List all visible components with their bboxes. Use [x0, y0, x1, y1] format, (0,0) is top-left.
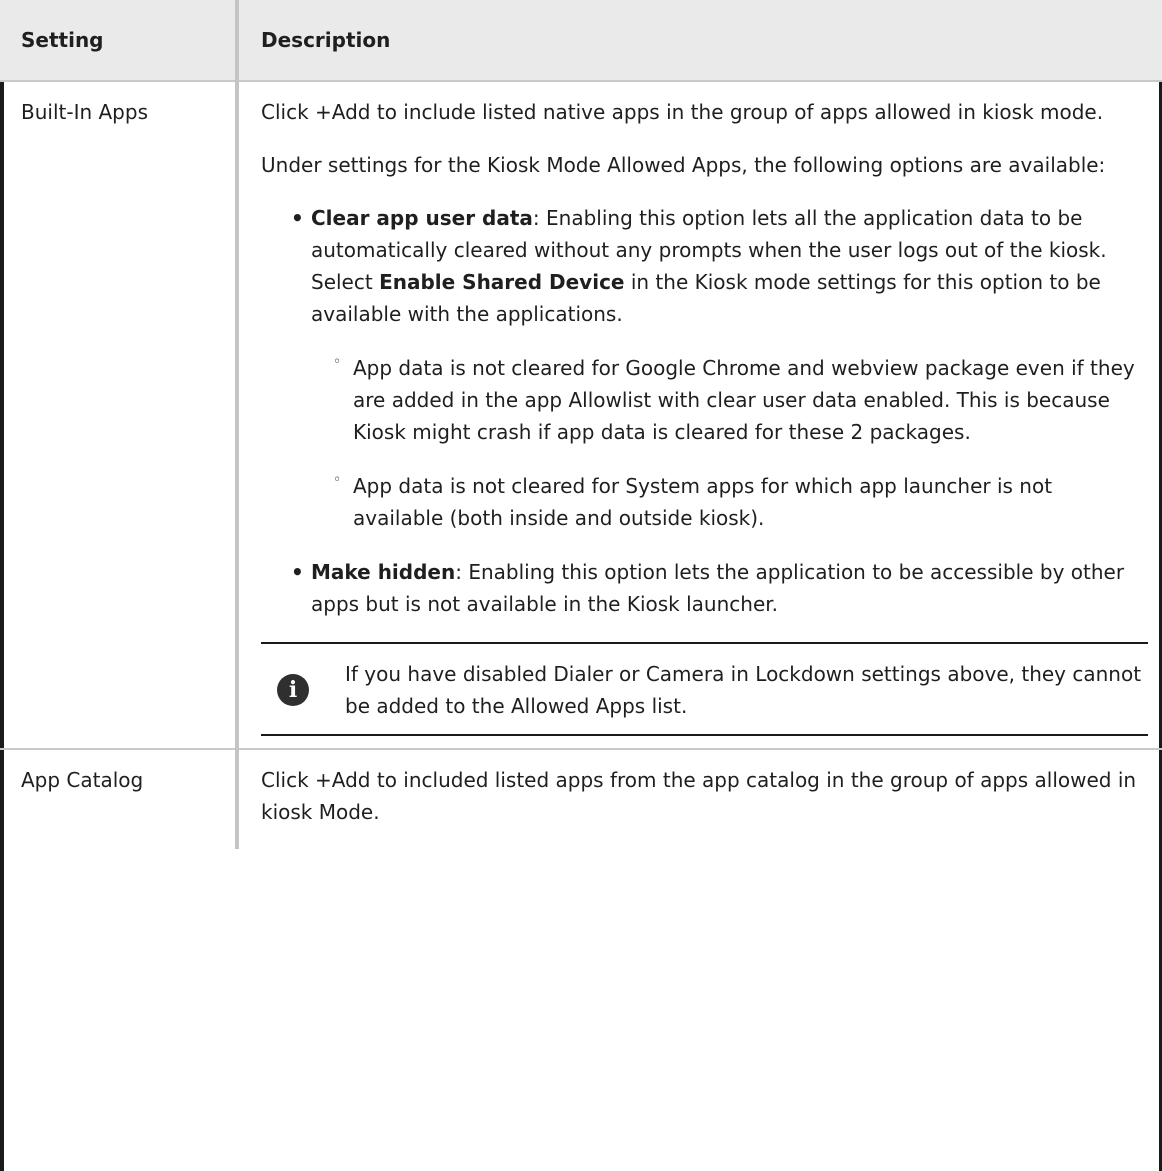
sub-list: ◦ App data is not cleared for Google Chr…: [311, 352, 1148, 534]
option-line2-bold: Enable Shared Device: [379, 270, 625, 294]
header-description: Description: [235, 0, 1162, 82]
description-app-catalog: Click +Add to included listed apps from …: [235, 749, 1162, 849]
info-icon: i: [277, 674, 309, 706]
description-built-in-apps: Click +Add to include listed native apps…: [235, 81, 1162, 750]
note-box: i If you have disabled Dialer or Camera …: [261, 642, 1148, 736]
note-text: If you have disabled Dialer or Camera in…: [345, 662, 1142, 718]
sub-bullet-icon: ◦: [333, 354, 342, 370]
option-clear-app-user-data: • Clear app user data: Enabling this opt…: [291, 202, 1148, 534]
setting-built-in-apps: Built-In Apps: [0, 81, 237, 750]
sub-item-text: App data is not cleared for System apps …: [353, 474, 1053, 530]
built-in-apps-intro: Click +Add to include listed native apps…: [261, 100, 1104, 124]
sub-list-item: ◦ App data is not cleared for System app…: [333, 470, 1148, 534]
bullet-icon: •: [291, 206, 304, 230]
option-term: Clear app user data: [311, 206, 533, 230]
header-setting: Setting: [0, 0, 237, 82]
sub-list-item: ◦ App data is not cleared for Google Chr…: [333, 352, 1148, 448]
setting-app-catalog: App Catalog: [21, 768, 144, 792]
table-row: Built-In Apps Click +Add to include list…: [0, 81, 1162, 750]
table-header-row: Setting Description: [0, 0, 1162, 82]
built-in-apps-lead: Under settings for the Kiosk Mode Allowe…: [261, 153, 1106, 177]
bullet-icon: •: [291, 560, 304, 584]
option-make-hidden: • Make hidden: Enabling this option lets…: [291, 556, 1148, 620]
settings-table: Setting Description Built-In Apps Click …: [0, 0, 1162, 849]
options-list: • Clear app user data: Enabling this opt…: [261, 202, 1148, 620]
option-line2-prefix: Select: [311, 270, 380, 294]
sub-bullet-icon: ◦: [333, 472, 342, 488]
table-row: App Catalog Click +Add to included liste…: [0, 749, 1162, 849]
app-catalog-intro: Click +Add to included listed apps from …: [261, 768, 1137, 824]
option-term: Make hidden: [311, 560, 456, 584]
sub-item-text: App data is not cleared for Google Chrom…: [353, 356, 1135, 444]
